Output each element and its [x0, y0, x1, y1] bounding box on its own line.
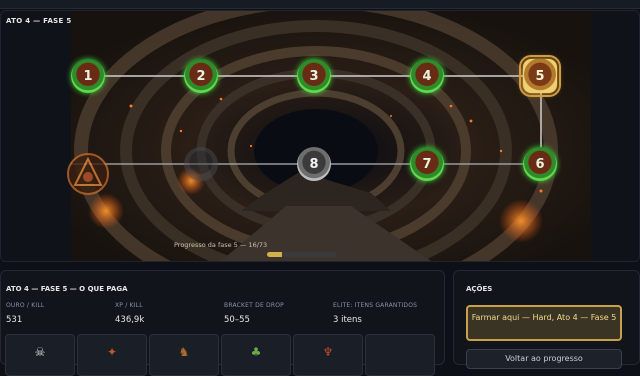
stage-map-panel: ATO 4 — FASE 5 1 2 3 4 5 6 7 8 Progresso… [0, 10, 640, 262]
top-bar [0, 0, 640, 9]
demon-icon: ♆ [322, 345, 334, 359]
boss-emblem-icon [67, 153, 109, 195]
stage-info-panel: ATO 4 — FASE 5 — O QUE PAGA OURO / KILL … [0, 270, 445, 376]
loot-slot-5[interactable]: ♆ [293, 334, 363, 376]
progress-label: Progresso da fase 5 — 16/73 [174, 241, 268, 249]
map-title: ATO 4 — FASE 5 [6, 17, 72, 25]
stage-node-hidden [184, 147, 218, 181]
loot-slot-4[interactable]: ♣ [221, 334, 291, 376]
stage-node-8[interactable]: 8 [297, 147, 331, 181]
progress-fill [267, 252, 283, 257]
loot-slot-6[interactable] [365, 334, 435, 376]
stat-gold-per-kill: OURO / KILL 531 [6, 302, 45, 325]
stage-node-7[interactable]: 7 [410, 147, 444, 181]
stat-xp-per-kill: XP / KILL 436,9k [115, 302, 145, 325]
stage-node-6[interactable]: 6 [523, 147, 557, 181]
goblin-icon: ♣ [250, 345, 262, 359]
crab-icon: ✦ [106, 345, 118, 359]
stat-drop-bracket: BRACKET DE DROP 50–55 [224, 302, 284, 325]
stage-node-5[interactable]: 5 [519, 55, 561, 97]
stat-elite-items: ELITE: ITENS GARANTIDOS 3 itens [333, 302, 418, 325]
tunnel-background [71, 11, 591, 261]
stage-node-2[interactable]: 2 [184, 59, 218, 93]
loot-slot-3[interactable]: ♞ [149, 334, 219, 376]
stage-node-4[interactable]: 4 [410, 59, 444, 93]
loot-slot-2[interactable]: ✦ [77, 334, 147, 376]
stage-node-1[interactable]: 1 [71, 59, 105, 93]
farm-here-button[interactable]: Farmar aqui — Hard, Ato 4 — Fase 5 [466, 305, 622, 341]
progress-bar [267, 252, 337, 257]
actions-panel: AÇÕES Farmar aqui — Hard, Ato 4 — Fase 5… [453, 270, 640, 369]
stage-node-3[interactable]: 3 [297, 59, 331, 93]
back-to-progress-button[interactable]: Voltar ao progresso [466, 349, 622, 369]
loot-slot-1[interactable]: ☠ [5, 334, 75, 376]
actions-title: AÇÕES [466, 285, 493, 293]
skeleton-icon: ☠ [34, 345, 46, 359]
stage-info-title: ATO 4 — FASE 5 — O QUE PAGA [6, 285, 128, 293]
dragon-icon: ♞ [178, 345, 190, 359]
